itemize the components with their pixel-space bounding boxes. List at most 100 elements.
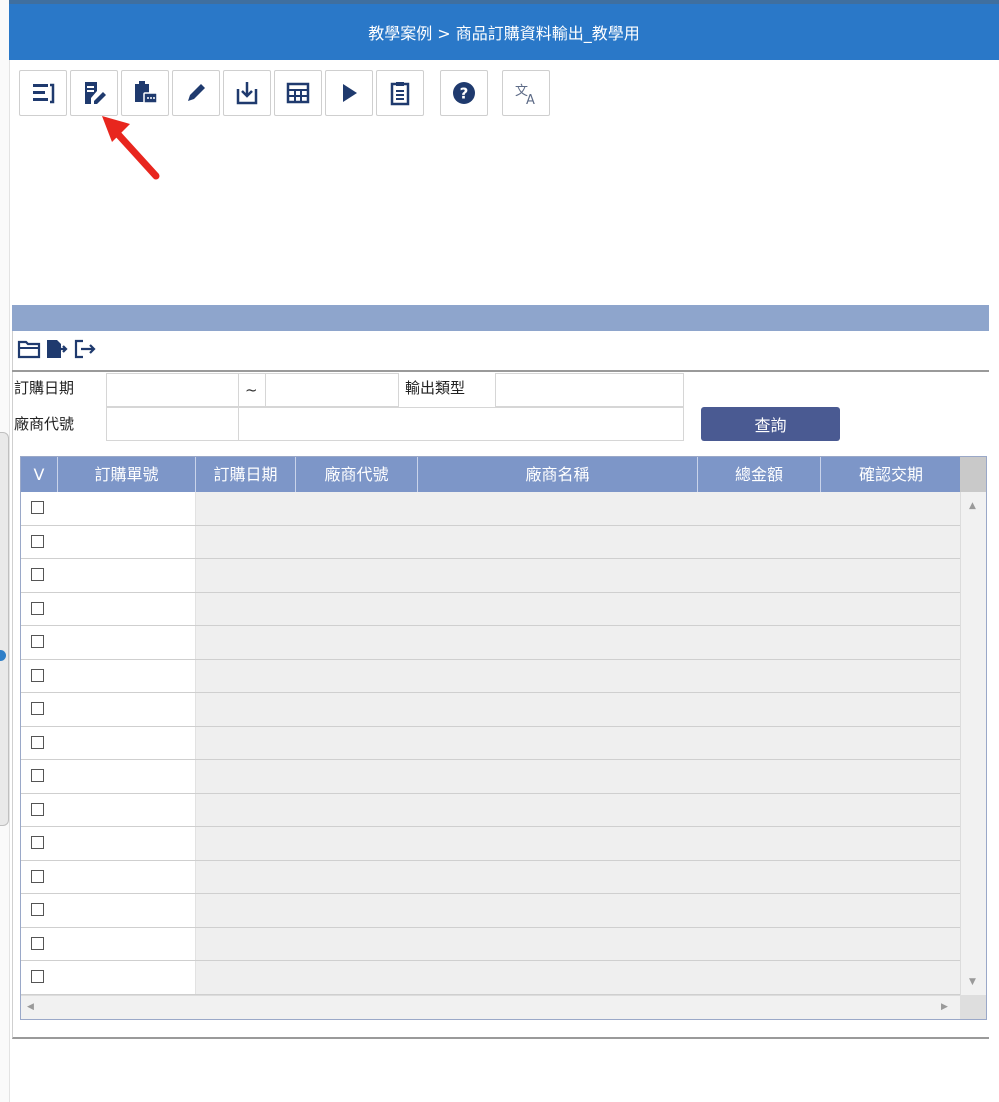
column-header-vendor-name[interactable]: 廠商名稱 (418, 457, 698, 492)
table-row[interactable] (21, 860, 961, 894)
edit-document-icon (85, 82, 106, 104)
row-select-cell (21, 827, 59, 860)
sidebar-handle[interactable] (0, 432, 9, 826)
row-select-cell (21, 961, 59, 994)
row-data-cells (196, 961, 961, 994)
date-range-separator (238, 373, 266, 407)
run-button[interactable] (325, 70, 373, 116)
exit-button[interactable] (73, 337, 97, 361)
column-header-order-no[interactable]: 訂購單號 (58, 457, 196, 492)
row-data-cells (196, 693, 961, 726)
column-header-vendor-code[interactable]: 廠商代號 (296, 457, 418, 492)
clipboard-list-button[interactable] (376, 70, 424, 116)
open-folder-button[interactable] (17, 337, 41, 361)
row-data-cells (196, 793, 961, 826)
order-no-cell[interactable] (58, 760, 196, 793)
row-data-cells (196, 860, 961, 893)
vertical-scrollbar[interactable]: ▲ ▼ (960, 457, 986, 997)
row-data-cells (196, 592, 961, 625)
page-title: 教學案例 > 商品訂購資料輸出_教學用 (9, 0, 999, 60)
order-no-cell[interactable] (58, 525, 196, 558)
row-data-cells (196, 492, 961, 525)
row-checkbox[interactable] (31, 568, 44, 581)
order-no-cell[interactable] (58, 693, 196, 726)
output-type-label: 輸出類型 (405, 379, 466, 397)
row-checkbox[interactable] (31, 869, 44, 883)
table-row[interactable] (21, 927, 961, 961)
order-no-cell[interactable] (58, 559, 196, 592)
table-row[interactable] (21, 693, 961, 727)
row-checkbox[interactable] (31, 668, 44, 682)
column-header-order-date[interactable]: 訂購日期 (196, 457, 296, 492)
import-button[interactable] (223, 70, 271, 116)
panel-mini-toolbar (17, 337, 97, 361)
order-no-cell[interactable] (58, 492, 196, 525)
table-button[interactable] (274, 70, 322, 116)
row-checkbox[interactable] (31, 501, 44, 514)
order-no-cell[interactable] (58, 592, 196, 625)
table-row[interactable] (21, 961, 961, 995)
column-header-confirm-date[interactable]: 確認交期 (821, 457, 961, 492)
scroll-right-arrow-icon[interactable]: ▶ (941, 1002, 948, 1012)
exit-icon (74, 339, 96, 359)
order-no-cell[interactable] (58, 793, 196, 826)
column-header-select[interactable]: V (21, 457, 58, 492)
row-checkbox[interactable] (31, 769, 44, 782)
order-date-from-input[interactable] (106, 373, 240, 407)
list-sort-button[interactable] (19, 70, 67, 116)
output-type-select[interactable] (495, 373, 684, 407)
order-no-cell[interactable] (58, 626, 196, 659)
table-row[interactable] (21, 626, 961, 660)
table-row[interactable] (21, 793, 961, 827)
translate-button[interactable]: 文A (502, 70, 550, 116)
order-no-cell[interactable] (58, 961, 196, 994)
row-checkbox[interactable] (31, 802, 44, 816)
help-button[interactable]: ? (440, 70, 488, 116)
pencil-button[interactable] (172, 70, 220, 116)
order-no-cell[interactable] (58, 860, 196, 893)
horizontal-scrollbar[interactable]: ◀ ▶ (21, 995, 961, 1019)
row-checkbox[interactable] (31, 970, 44, 983)
table-row[interactable] (21, 827, 961, 861)
row-select-cell (21, 592, 59, 625)
row-checkbox[interactable] (31, 836, 44, 849)
table-row[interactable] (21, 492, 961, 526)
table-row[interactable] (21, 726, 961, 760)
table-row[interactable] (21, 894, 961, 928)
table-row[interactable] (21, 659, 961, 693)
file-export-button[interactable] (45, 337, 69, 361)
help-icon: ? (453, 82, 475, 104)
query-button[interactable]: 查詢 (701, 407, 840, 441)
row-select-cell (21, 760, 59, 793)
column-header-total-amount[interactable]: 總金額 (698, 457, 821, 492)
order-no-cell[interactable] (58, 827, 196, 860)
table-row[interactable] (21, 525, 961, 559)
row-checkbox[interactable] (31, 601, 44, 615)
clipboard-list-icon (390, 82, 410, 106)
scroll-left-arrow-icon[interactable]: ◀ (27, 1002, 34, 1012)
svg-text:?: ? (460, 85, 469, 103)
row-checkbox[interactable] (31, 936, 44, 950)
pencil-icon (188, 84, 205, 101)
scroll-down-arrow-icon[interactable]: ▼ (969, 977, 976, 987)
table-row[interactable] (21, 592, 961, 626)
table-row[interactable] (21, 559, 961, 593)
order-no-cell[interactable] (58, 894, 196, 927)
vendor-code-input[interactable] (106, 407, 239, 441)
table-row[interactable] (21, 760, 961, 794)
row-checkbox[interactable] (31, 534, 44, 548)
row-checkbox[interactable] (31, 702, 44, 715)
row-data-cells (196, 525, 961, 558)
list-sort-icon (33, 83, 55, 104)
order-no-cell[interactable] (58, 659, 196, 692)
row-data-cells (196, 760, 961, 793)
order-date-to-input[interactable] (265, 373, 399, 407)
order-no-cell[interactable] (58, 726, 196, 759)
row-checkbox[interactable] (31, 635, 44, 648)
row-select-cell (21, 894, 59, 927)
scroll-up-arrow-icon[interactable]: ▲ (969, 501, 976, 511)
svg-text:A: A (526, 93, 535, 107)
row-checkbox[interactable] (31, 735, 44, 749)
order-no-cell[interactable] (58, 927, 196, 960)
row-checkbox[interactable] (31, 903, 44, 916)
